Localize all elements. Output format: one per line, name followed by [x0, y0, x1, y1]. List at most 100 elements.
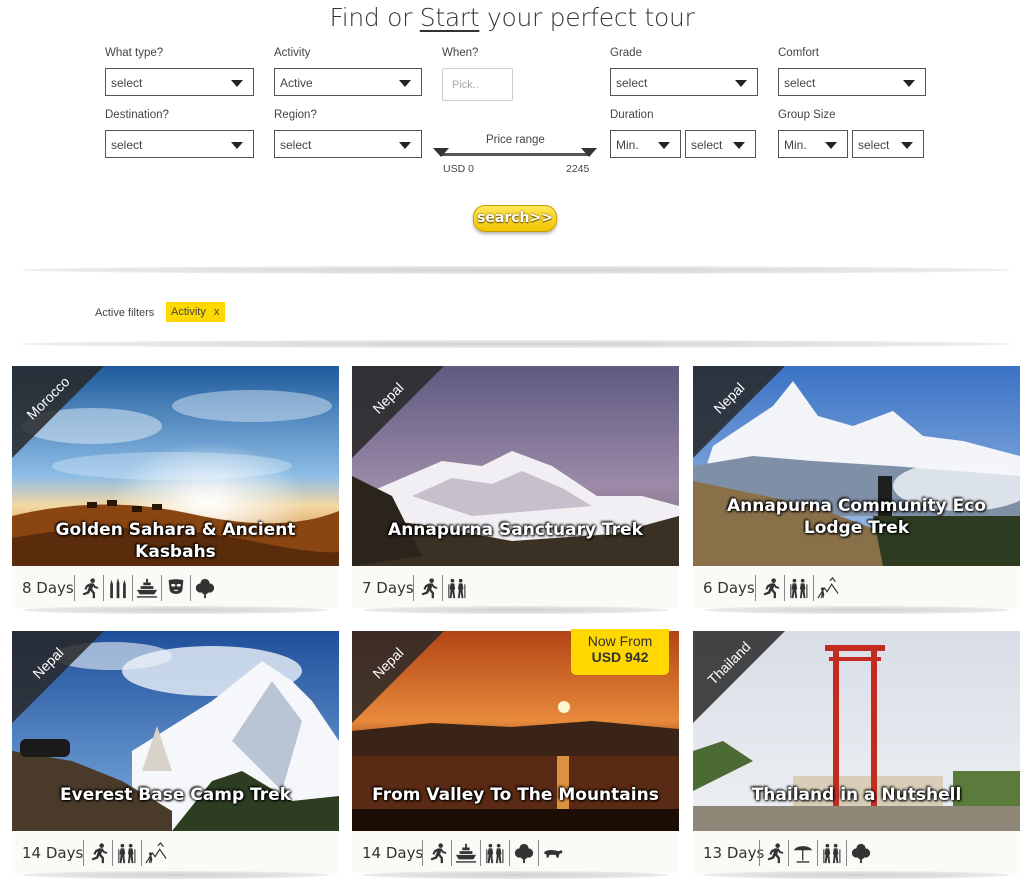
page-title: Find or Start your perfect tour — [0, 3, 1024, 32]
beach-umbrella-icon — [788, 840, 817, 866]
group-size-label: Group Size — [778, 109, 836, 121]
card-shadow — [362, 606, 669, 614]
group-size-max-value: select — [858, 138, 890, 152]
tour-days: 14 Days — [22, 844, 84, 862]
tour-title: From Valley To The Mountains — [372, 785, 659, 805]
what-type-select[interactable]: select — [105, 68, 254, 96]
leaf-icon — [509, 840, 538, 866]
price-tag-line2: USD 942 — [591, 649, 649, 665]
running-icon — [422, 840, 451, 866]
comfort-value: select — [784, 76, 816, 90]
mountain-hiker-icon — [813, 575, 842, 601]
group-size-min-value: Min. — [784, 138, 807, 152]
activity-select[interactable]: Active — [274, 68, 422, 96]
grade-label: Grade — [610, 47, 642, 59]
minarets-icon — [103, 575, 132, 601]
tour-card-valley-to-mountains[interactable]: Nepal Now From USD 942 From Valley To Th… — [352, 629, 679, 879]
divider — [20, 266, 1012, 274]
card-shadow — [703, 871, 1010, 879]
duration-max-value: select — [691, 138, 723, 152]
price-max-handle[interactable] — [581, 148, 597, 157]
price-tag-line1: Now From — [587, 633, 653, 649]
group-size-max-select[interactable]: select — [852, 130, 924, 158]
what-type-label: What type? — [105, 47, 164, 59]
remove-filter-icon[interactable]: x — [214, 306, 220, 318]
when-label: When? — [442, 47, 479, 59]
price-range-label: Price range — [486, 134, 545, 146]
active-filters-label: Active filters — [95, 307, 155, 319]
region-select[interactable]: select — [274, 130, 422, 158]
price-currency: USD — [443, 163, 466, 175]
region-value: select — [280, 138, 312, 152]
duration-max-select[interactable]: select — [685, 130, 756, 158]
tour-title: Golden Sahara & Ancient Kasbahs — [55, 520, 296, 562]
price-min-handle[interactable] — [433, 148, 449, 157]
comfort-label: Comfort — [778, 47, 819, 59]
tour-days: 7 Days — [362, 579, 414, 597]
hikers-icon — [442, 575, 471, 601]
tour-card-thailand-nutshell[interactable]: Thailand Thailand in a Nutshell 13 Days — [693, 631, 1020, 879]
chevron-down-icon — [231, 142, 243, 149]
running-icon — [413, 575, 442, 601]
mask-icon — [161, 575, 190, 601]
tour-days: 6 Days — [703, 579, 755, 597]
activity-value: Active — [280, 76, 313, 90]
search-button[interactable]: search>> — [473, 205, 557, 232]
title-start-link[interactable]: Start — [420, 3, 480, 32]
tour-title: Annapurna Community Eco Lodge Trek — [726, 496, 987, 538]
price-tag: Now From USD 942 — [571, 629, 669, 675]
destination-select[interactable]: select — [105, 130, 254, 158]
active-filter-chip[interactable]: Activity x — [166, 302, 226, 322]
tour-days: 8 Days — [22, 579, 74, 597]
duration-min-select[interactable]: Min. — [610, 130, 681, 158]
tour-activity-icons — [74, 575, 219, 601]
grade-value: select — [616, 76, 648, 90]
active-filter-chip-label: Activity — [171, 306, 206, 318]
running-icon — [83, 840, 112, 866]
region-label: Region? — [274, 109, 317, 121]
tour-activity-icons — [759, 840, 875, 866]
card-shadow — [22, 871, 329, 879]
comfort-select[interactable]: select — [778, 68, 926, 96]
running-icon — [755, 575, 784, 601]
card-shadow — [362, 871, 669, 879]
running-icon — [74, 575, 103, 601]
tour-title: Everest Base Camp Trek — [60, 785, 291, 805]
chevron-down-icon — [903, 80, 915, 87]
hikers-icon — [817, 840, 846, 866]
chevron-down-icon — [399, 142, 411, 149]
price-min-readout: USD 0 — [443, 163, 474, 175]
animal-icon — [538, 840, 567, 866]
price-slider-track[interactable] — [440, 153, 590, 156]
destination-label: Destination? — [105, 109, 169, 121]
price-max-value: 2245 — [566, 163, 590, 175]
chevron-down-icon — [901, 142, 913, 149]
chevron-down-icon — [733, 142, 745, 149]
grade-select[interactable]: select — [610, 68, 758, 96]
tour-card-annapurna-eco-lodge[interactable]: Nepal Annapurna Community Eco Lodge Trek… — [693, 366, 1020, 614]
duration-min-value: Min. — [616, 138, 639, 152]
tour-card-everest-base-camp[interactable]: Nepal Everest Base Camp Trek 14 Days — [12, 631, 339, 879]
group-size-min-select[interactable]: Min. — [778, 130, 848, 158]
chevron-down-icon — [399, 80, 411, 87]
hikers-icon — [480, 840, 509, 866]
title-text-pre: Find or — [329, 3, 420, 32]
chevron-down-icon — [825, 142, 837, 149]
leaf-icon — [846, 840, 875, 866]
tour-title: Annapurna Sanctuary Trek — [388, 520, 643, 540]
tour-activity-icons — [755, 575, 842, 601]
divider — [20, 340, 1012, 348]
destination-value: select — [111, 138, 143, 152]
tour-card-golden-sahara[interactable]: Morocco Golden Sahara & Ancient Kasbahs … — [12, 366, 339, 614]
running-icon — [759, 840, 788, 866]
what-type-value: select — [111, 76, 143, 90]
card-shadow — [703, 606, 1010, 614]
tour-card-annapurna-sanctuary[interactable]: Nepal Annapurna Sanctuary Trek 7 Days — [352, 366, 679, 614]
tour-activity-icons — [422, 840, 567, 866]
chevron-down-icon — [735, 80, 747, 87]
cruise-ship-icon — [132, 575, 161, 601]
title-text-post: your perfect tour — [479, 3, 695, 32]
tour-activity-icons — [83, 840, 170, 866]
when-date-input[interactable]: Pick.. — [442, 68, 513, 101]
tour-title: Thailand in a Nutshell — [751, 785, 962, 805]
